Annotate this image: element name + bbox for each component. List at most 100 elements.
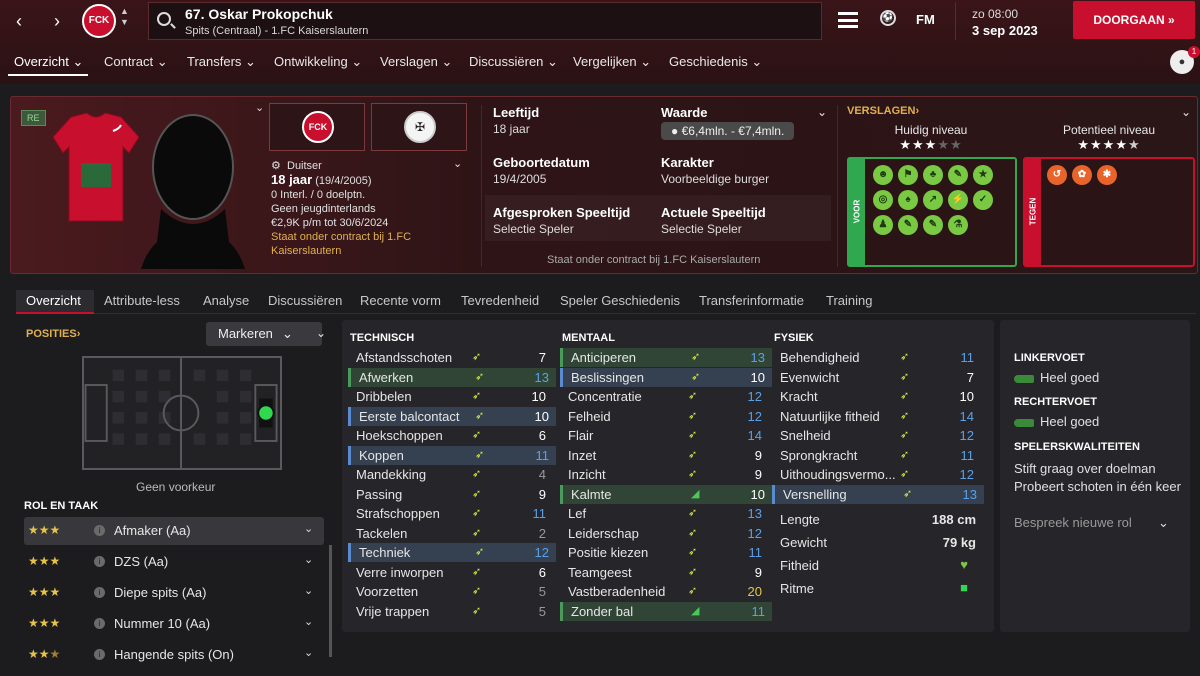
attribute-row[interactable]: Behendigheid ➶ 11 (772, 348, 984, 367)
attribute-row[interactable]: Felheid ➶ 12 (560, 407, 772, 426)
tab-discussieren[interactable]: Discussiëren (268, 293, 342, 308)
attribute-row[interactable]: Verre inworpen ➶ 6 (348, 563, 556, 582)
menu-verslagen[interactable]: Verslagen ⌄ (380, 54, 452, 70)
weakness-icon[interactable]: ↺ (1047, 165, 1067, 185)
trait-icon[interactable]: ✎ (948, 165, 968, 185)
trait-icon[interactable]: ⚗ (948, 215, 968, 235)
weakness-icon[interactable]: ✿ (1072, 165, 1092, 185)
fm-logo[interactable]: FM (916, 12, 935, 27)
attribute-row[interactable]: Passing ➶ 9 (348, 485, 556, 504)
attribute-row[interactable]: Mandekking ➶ 4 (348, 465, 556, 484)
role-row[interactable]: ★★★ i Afmaker (Aa) ⌄ (24, 517, 324, 545)
chevron-down-icon[interactable]: ⌄ (304, 522, 313, 535)
menu-geschiedenis[interactable]: Geschiedenis ⌄ (669, 54, 762, 70)
info-icon[interactable]: i (94, 556, 105, 567)
attribute-row[interactable]: Teamgeest ➶ 9 (560, 563, 772, 582)
attribute-row[interactable]: Vastberadenheid ➶ 20 (560, 582, 772, 601)
attribute-row[interactable]: Sprongkracht ➶ 11 (772, 446, 984, 465)
trait-icon[interactable]: ♠ (898, 190, 918, 210)
chevron-down-icon[interactable]: ⌄ (304, 553, 313, 566)
attribute-row[interactable]: Tackelen ➶ 2 (348, 524, 556, 543)
trait-icon[interactable]: ✓ (973, 190, 993, 210)
attribute-row[interactable]: Concentratie ➶ 12 (560, 387, 772, 406)
attribute-row[interactable]: Inzet ➶ 9 (560, 446, 772, 465)
tab-recente-vorm[interactable]: Recente vorm (360, 293, 441, 308)
chevron-down-icon[interactable]: ⌄ (304, 646, 313, 659)
trait-icon[interactable]: ♣ (923, 165, 943, 185)
search-bar[interactable]: 67. Oskar Prokopchuk Spits (Centraal) - … (148, 2, 822, 40)
attribute-row[interactable]: Hoekschoppen ➶ 6 (348, 426, 556, 445)
chevron-down-icon[interactable]: ⌄ (1181, 105, 1191, 119)
attribute-row[interactable]: Afstandsschoten ➶ 7 (348, 348, 556, 367)
tab-speler-geschiedenis[interactable]: Speler Geschiedenis (560, 293, 680, 308)
menu-transfers[interactable]: Transfers ⌄ (187, 54, 256, 70)
menu-discussieren[interactable]: Discussiëren ⌄ (469, 54, 558, 70)
menu-ontwikkeling[interactable]: Ontwikkeling ⌄ (274, 54, 362, 70)
trait-icon[interactable]: ✎ (898, 215, 918, 235)
attribute-row[interactable]: Beslissingen ➶ 10 (560, 367, 772, 387)
role-row[interactable]: ★★★ i Hangende spits (On) ⌄ (24, 641, 324, 669)
attribute-row[interactable]: Zonder bal ◢ 11 (560, 601, 772, 621)
trend-icon[interactable]: ↗ (923, 190, 943, 210)
positions-link[interactable]: POSITIES› (26, 328, 80, 340)
trait-icon[interactable]: ♟ (873, 215, 893, 235)
chevron-down-icon[interactable]: ⌄ (817, 105, 827, 119)
attribute-row[interactable]: Strafschoppen ➶ 11 (348, 504, 556, 523)
tab-overzicht[interactable]: Overzicht (26, 293, 81, 308)
date-display[interactable]: zo 08:00 3 sep 2023 (955, 2, 1065, 40)
updown-icon[interactable]: ▲ ▼ (120, 6, 129, 28)
trait-icon[interactable]: ⚡ (948, 190, 968, 210)
menu-icon[interactable] (838, 12, 858, 28)
attribute-row[interactable]: Voorzetten ➶ 5 (348, 582, 556, 601)
attribute-row[interactable]: Vrije trappen ➶ 5 (348, 602, 556, 621)
attribute-row[interactable]: Flair ➶ 14 (560, 426, 772, 445)
tab-analyse[interactable]: Analyse (203, 293, 249, 308)
tab-training[interactable]: Training (826, 293, 872, 308)
menu-vergelijken[interactable]: Vergelijken ⌄ (573, 54, 651, 70)
chevron-down-icon[interactable]: ⌄ (255, 101, 264, 114)
attribute-row[interactable]: Snelheid ➶ 12 (772, 426, 984, 445)
trait-icon[interactable]: ✎ (923, 215, 943, 235)
info-icon[interactable]: i (94, 587, 105, 598)
attribute-row[interactable]: Positie kiezen ➶ 11 (560, 543, 772, 562)
attribute-row[interactable]: Kalmte ◢ 10 (560, 484, 772, 504)
attribute-row[interactable]: Afwerken ➶ 13 (348, 367, 556, 387)
club-badge-icon[interactable]: FCK (82, 4, 116, 38)
tab-tevredenheid[interactable]: Tevredenheid (461, 293, 539, 308)
chevron-down-icon[interactable]: ⌄ (304, 584, 313, 597)
role-row[interactable]: ★★★ i Nummer 10 (Aa) ⌄ (24, 610, 324, 638)
target-icon[interactable]: ◎ (873, 190, 893, 210)
rhythm-icon[interactable]: ■ (960, 580, 968, 595)
attribute-row[interactable]: Leiderschap ➶ 12 (560, 524, 772, 543)
search-icon[interactable] (157, 12, 171, 26)
attribute-row[interactable]: Natuurlijke fitheid ➶ 14 (772, 407, 984, 426)
trait-icon[interactable]: ★ (973, 165, 993, 185)
role-row[interactable]: ★★★ i DZS (Aa) ⌄ (24, 548, 324, 576)
nation-card[interactable]: ✠ (371, 103, 467, 151)
attribute-row[interactable]: Evenwicht ➶ 7 (772, 368, 984, 387)
club-card[interactable]: FCK (269, 103, 365, 151)
chevron-down-icon[interactable]: ⌄ (453, 157, 462, 171)
value-pill[interactable]: ● €6,4mln. - €7,4mln. (661, 122, 795, 140)
attribute-row[interactable]: Techniek ➶ 12 (348, 543, 556, 562)
contract-note[interactable]: Staat onder contract bij 1.FC Kaiserslau… (271, 230, 471, 258)
attribute-row[interactable]: Lef ➶ 13 (560, 504, 772, 523)
trait-icon[interactable]: ☻ (873, 165, 893, 185)
attribute-row[interactable]: Inzicht ➶ 9 (560, 465, 772, 484)
attribute-row[interactable]: Versnelling ➶ 13 (772, 484, 984, 504)
attribute-row[interactable]: Koppen ➶ 11 (348, 445, 556, 465)
scrollbar[interactable] (329, 545, 332, 657)
attribute-row[interactable]: Anticiperen ➶ 13 (560, 348, 772, 367)
chevron-down-icon[interactable]: ⌄ (304, 615, 313, 628)
attribute-row[interactable]: Eerste balcontact ➶ 10 (348, 406, 556, 426)
attribute-row[interactable]: Kracht ➶ 10 (772, 387, 984, 406)
menu-overzicht[interactable]: Overzicht ⌄ (14, 54, 83, 70)
info-icon[interactable]: i (94, 525, 105, 536)
football-icon[interactable]: ⚽ (880, 10, 896, 26)
discuss-role-link[interactable]: Bespreek nieuwe rol ⌄ (1014, 515, 1169, 530)
chevron-down-icon[interactable]: ⌄ (316, 326, 326, 340)
info-icon[interactable]: i (94, 618, 105, 629)
role-row[interactable]: ★★★ i Diepe spits (Aa) ⌄ (24, 579, 324, 607)
weakness-icon[interactable]: ✱ (1097, 165, 1117, 185)
back-arrow-icon[interactable]: ‹ (4, 8, 34, 34)
